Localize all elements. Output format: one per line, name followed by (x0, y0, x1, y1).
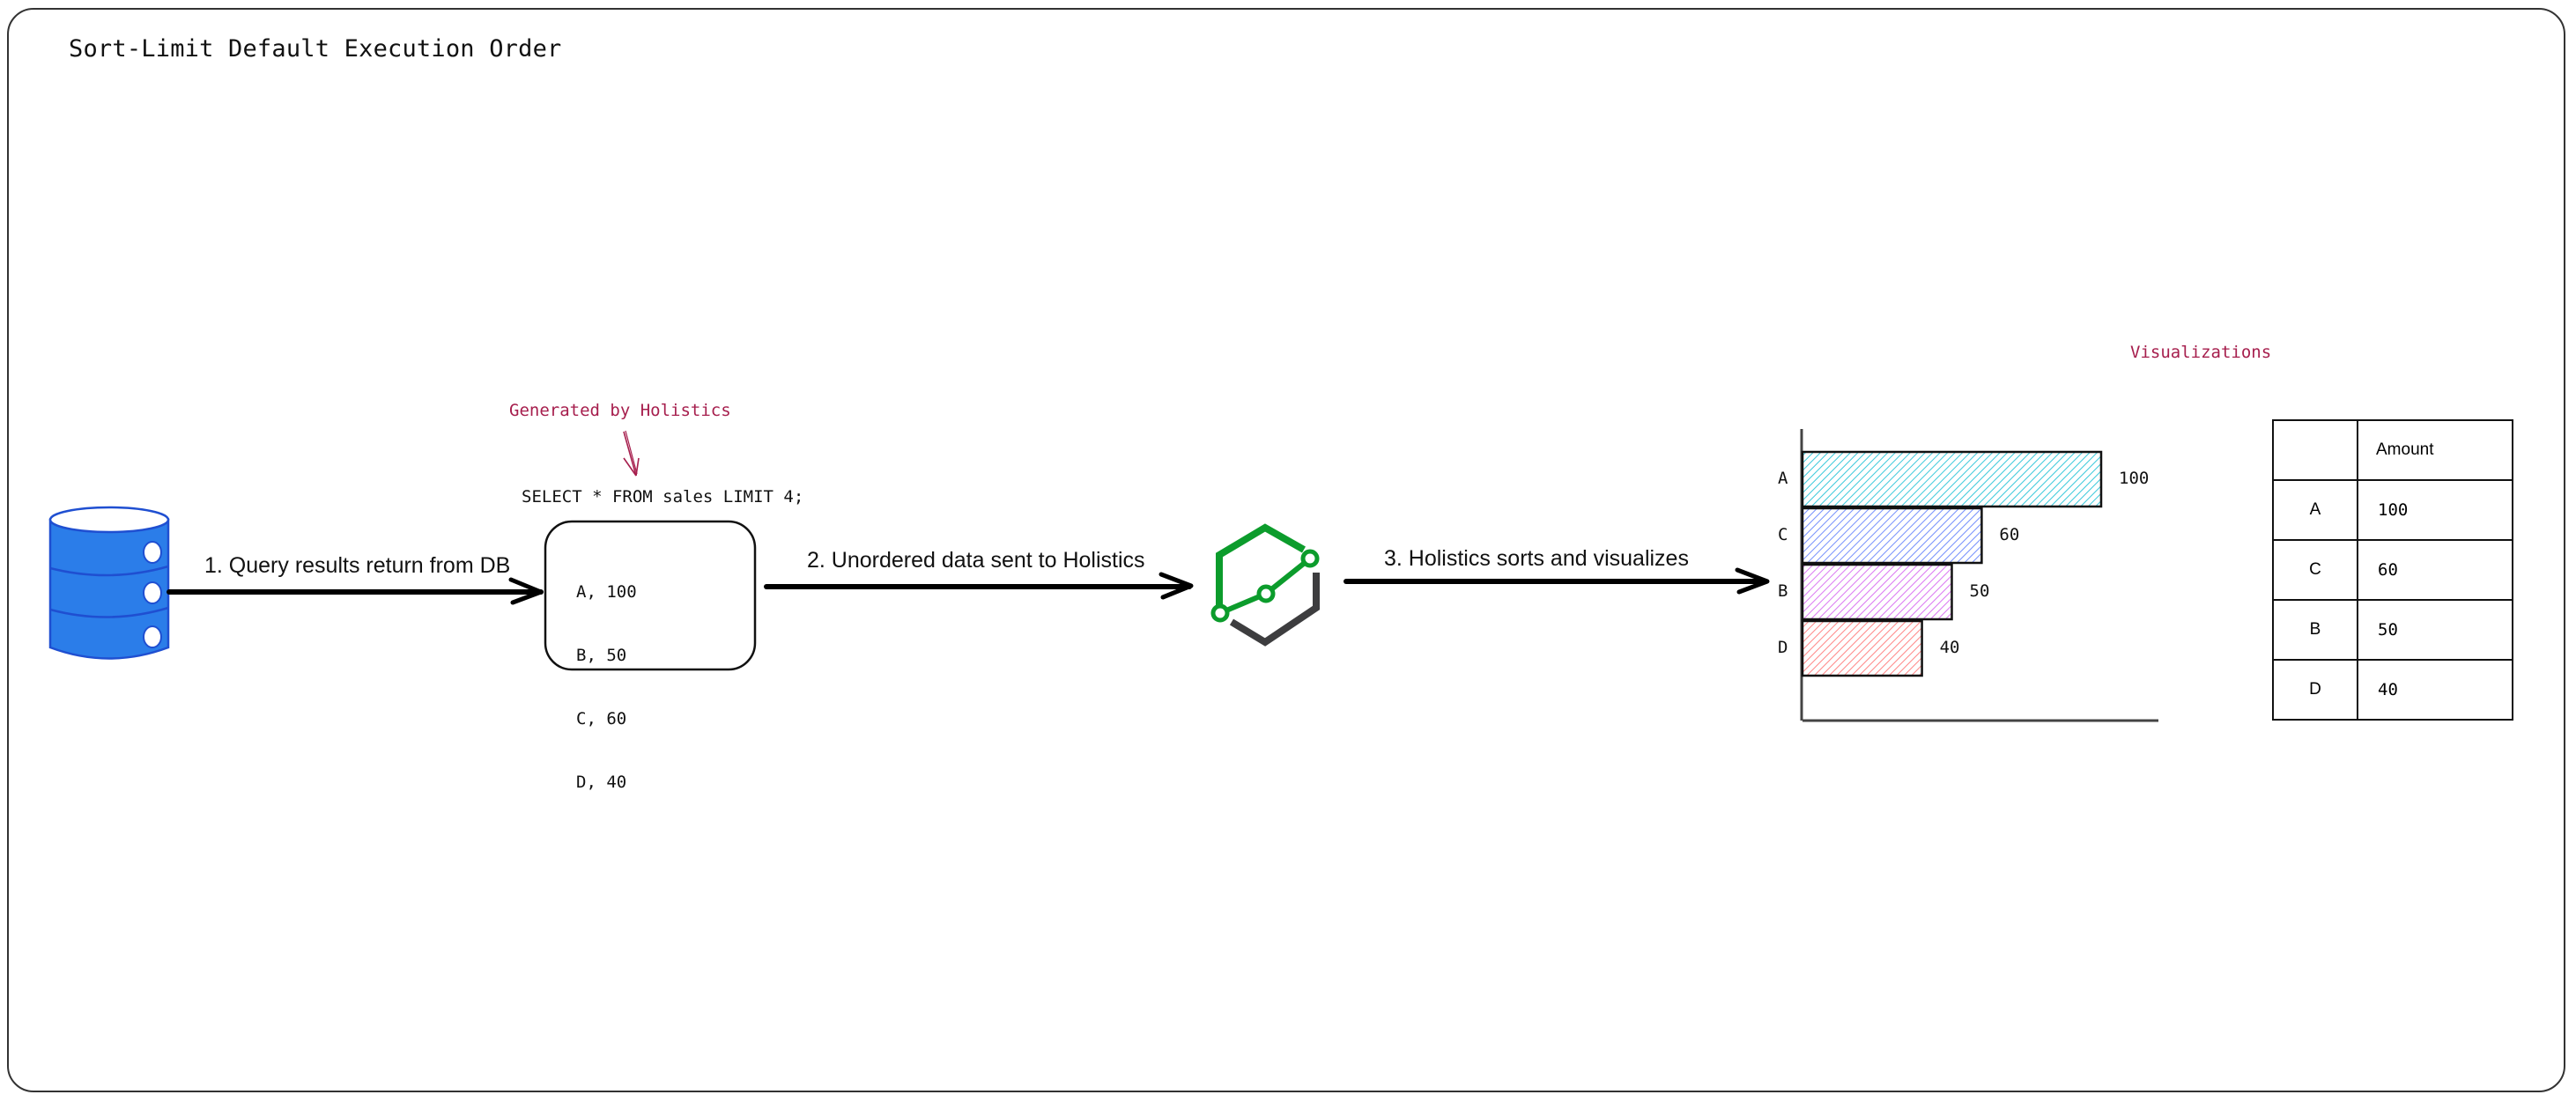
data-label: 60 (1999, 525, 2020, 544)
table-cell-category: D (2272, 659, 2358, 721)
annotation-arrow (623, 430, 640, 477)
category-label: A (1778, 469, 1788, 488)
table-cell-category: C (2272, 539, 2358, 601)
category-label: D (1778, 638, 1788, 657)
table-cell-amount: 50 (2357, 599, 2513, 661)
query-rows: A, 100 B, 50 C, 60 D, 40 (576, 539, 637, 814)
step-2-label: 2. Unordered data sent to Holistics (807, 548, 1145, 573)
sql-query: SELECT * FROM sales LIMIT 4; (522, 487, 804, 507)
category-label: B (1778, 581, 1788, 601)
generated-by-annotation: Generated by Holistics (509, 401, 731, 420)
table-row: D 40 (2272, 659, 2513, 721)
table-cell-category: B (2272, 599, 2358, 661)
step-1-label: 1. Query results return from DB (204, 553, 511, 578)
visualizations-annotation: Visualizations (2130, 343, 2272, 362)
table-header-row: Amount (2272, 419, 2513, 481)
data-label: 100 (2119, 469, 2150, 488)
arrow-step-3 (1344, 567, 1770, 595)
category-label: C (1778, 525, 1788, 544)
data-label: 40 (1939, 638, 1960, 657)
bar-d (1801, 619, 1923, 677)
query-row: A, 100 (576, 582, 637, 602)
bar-a (1801, 450, 2103, 508)
arrow-step-1 (167, 577, 544, 605)
table-row: B 50 (2272, 599, 2513, 661)
table-cell-amount: 60 (2357, 539, 2513, 601)
diagram-canvas (48, 429, 2158, 722)
table-header-cell (2272, 419, 2358, 481)
bar-b (1801, 563, 1953, 621)
query-row: D, 40 (576, 773, 627, 792)
table-cell-category: A (2272, 479, 2358, 541)
query-row: B, 50 (576, 646, 627, 665)
bar-c (1801, 507, 1983, 565)
table-row: A 100 (2272, 479, 2513, 541)
arrow-step-2 (764, 572, 1194, 600)
step-3-label: 3. Holistics sorts and visualizes (1384, 546, 1689, 571)
holistics-logo-icon (1210, 523, 1320, 647)
query-row: C, 60 (576, 709, 627, 729)
table-cell-amount: 100 (2357, 479, 2513, 541)
table-cell-amount: 40 (2357, 659, 2513, 721)
result-table: Amount A 100 C 60 B 50 D 40 (2272, 419, 2513, 721)
data-label: 50 (1969, 581, 1990, 601)
database-icon (48, 506, 170, 660)
table-row: C 60 (2272, 539, 2513, 601)
table-header-cell: Amount (2357, 419, 2513, 481)
